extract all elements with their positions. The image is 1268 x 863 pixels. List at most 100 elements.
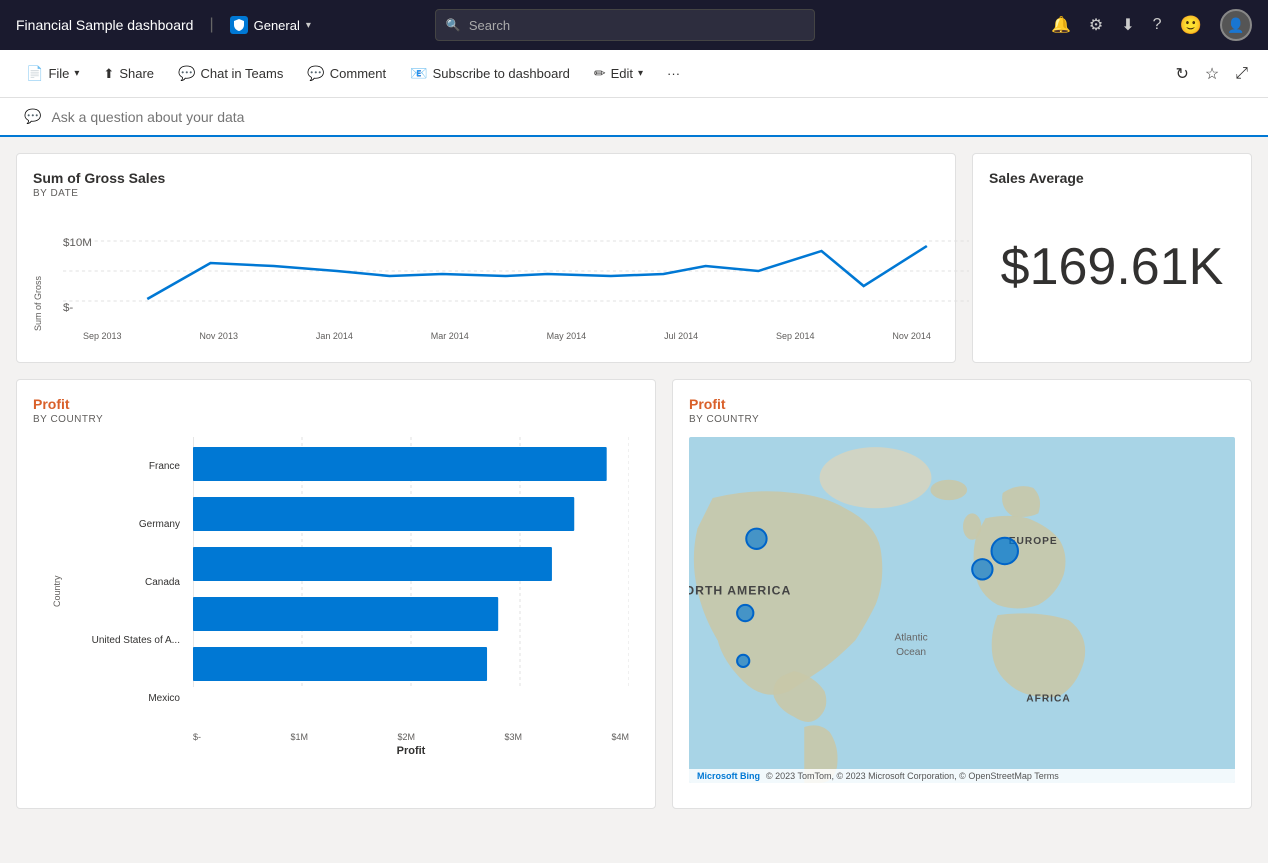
subscribe-icon: 📧 [410,65,427,82]
line-chart-svg: $10M $- [63,211,969,331]
cat-usa: United States of A... [92,635,180,646]
subscribe-button[interactable]: 📧 Subscribe to dashboard [400,59,580,88]
line-chart: Sum of Gross $10M $- Sep 2013 Nov [33,211,939,341]
fullscreen-button[interactable]: ⤢ [1231,61,1252,87]
avatar-icon: 👤 [1227,17,1244,34]
bar-x-axis-label: Profit [397,745,426,757]
bar-mexico [193,647,487,681]
bar-chart-svg [193,437,629,727]
dot-usa [737,605,753,621]
search-input[interactable] [469,18,804,33]
chat-teams-icon: 💬 [178,65,195,82]
sales-avg-value: $169.61K [989,237,1235,297]
qa-bar[interactable]: 💬 [0,98,1268,137]
help-button[interactable]: ? [1153,16,1162,34]
cat-france: France [149,461,180,472]
top-navigation: Financial Sample dashboard | General ▾ 🔍… [0,0,1268,50]
app-title: Financial Sample dashboard [16,17,193,33]
svg-text:Ocean: Ocean [896,647,926,658]
dot-france [992,538,1018,564]
bar-categories: France Germany Canada United States of A… [33,437,188,727]
profit-bar-title: Profit [33,396,639,412]
bar-germany [193,497,574,531]
cat-mexico: Mexico [148,693,180,704]
notifications-button[interactable]: 🔔 [1051,15,1071,35]
bar-france [193,447,607,481]
bar-canada [193,547,552,581]
bar-chart: Country France Germany Canada United Sta… [33,437,639,767]
share-icon: ⬆ [103,66,114,82]
sales-avg-title: Sales Average [989,170,1084,186]
africa-label: AFRICA [1026,694,1070,705]
y-axis-label: Sum of Gross [33,276,43,331]
comment-label: Comment [330,66,386,81]
map-copyright: © 2023 TomTom, © 2023 Microsoft Corporat… [766,771,1059,781]
gross-sales-tile: Sum of Gross Sales BY DATE Sum of Gross … [16,153,956,363]
file-button[interactable]: 📄 File ▾ [16,59,89,88]
more-button[interactable]: ··· [657,60,690,87]
bar-usa [193,597,498,631]
x-tick-may2014: May 2014 [547,331,587,341]
feedback-button[interactable]: 🙂 [1180,15,1202,36]
top-row: Sum of Gross Sales BY DATE Sum of Gross … [16,153,1252,363]
file-icon: 📄 [26,65,43,82]
nav-icons: 🔔 ⚙ ⬇ ? 🙂 👤 [1051,9,1252,41]
file-label: File [48,66,69,81]
more-label: ··· [667,66,680,81]
chevron-down-icon: ▾ [306,20,311,31]
x-tick-2m: $2M [397,732,415,742]
sales-average-tile: Sales Average $169.61K [972,153,1252,363]
profit-map-title: Profit [689,396,1235,412]
map-container[interactable]: NORTH AMERICA EUROPE AFRICA Atlantic Oce… [689,437,1235,783]
bottom-row: Profit BY COUNTRY Country France Germany… [16,379,1252,809]
svg-text:$-: $- [63,302,74,314]
subscribe-label: Subscribe to dashboard [433,66,570,81]
share-label: Share [119,66,154,81]
atlantic-ocean-label: Atlantic [894,633,927,644]
map-svg: NORTH AMERICA EUROPE AFRICA Atlantic Oce… [689,437,1235,783]
dot-canada [746,529,766,549]
share-button[interactable]: ⬆ Share [93,60,164,88]
settings-button[interactable]: ⚙ [1089,15,1103,35]
edit-chevron-icon: ▾ [638,68,643,79]
x-tick-1m: $1M [290,732,308,742]
toolbar-right: ↻ ☆ ⤢ [1171,60,1252,88]
search-bar[interactable]: 🔍 [435,9,815,41]
x-tick-sep2014: Sep 2014 [776,331,815,341]
gross-sales-title: Sum of Gross Sales [33,170,939,186]
favorite-button[interactable]: ☆ [1201,60,1223,88]
environment-badge[interactable]: General ▾ [230,16,311,34]
user-avatar[interactable]: 👤 [1220,9,1252,41]
edit-button[interactable]: ✏ Edit ▾ [584,59,653,88]
comment-icon: 💬 [307,65,324,82]
environment-label: General [254,18,300,33]
search-icon: 🔍 [446,18,461,32]
nav-divider: | [209,16,213,34]
bar-x-ticks: $- $1M $2M $3M $4M [193,732,629,742]
x-tick-sep2013: Sep 2013 [83,331,122,341]
refresh-button[interactable]: ↻ [1171,60,1192,88]
dot-mexico [737,655,749,667]
shield-icon [230,16,248,34]
x-tick-jan2014: Jan 2014 [316,331,353,341]
chat-teams-button[interactable]: 💬 Chat in Teams [168,59,293,88]
qa-input[interactable] [51,109,401,125]
dot-germany [972,559,992,579]
profit-map-tile: Profit BY COUNTRY [672,379,1252,809]
x-tick-0: $- [193,732,201,742]
comment-button[interactable]: 💬 Comment [297,59,396,88]
file-chevron-icon: ▾ [74,68,79,79]
svg-text:$10M: $10M [63,237,92,249]
chat-teams-label: Chat in Teams [200,66,283,81]
cat-canada: Canada [145,577,180,588]
profit-bar-tile: Profit BY COUNTRY Country France Germany… [16,379,656,809]
edit-icon: ✏ [594,65,606,82]
x-tick-4m: $4M [611,732,629,742]
bar-x-axis: $- $1M $2M $3M $4M Profit [193,732,629,757]
qa-icon: 💬 [24,108,41,125]
cat-germany: Germany [139,519,180,530]
x-axis-labels: Sep 2013 Nov 2013 Jan 2014 Mar 2014 May … [83,331,931,341]
download-button[interactable]: ⬇ [1121,15,1134,35]
gross-sales-subtitle: BY DATE [33,188,939,199]
line-chart-polyline [147,246,927,299]
